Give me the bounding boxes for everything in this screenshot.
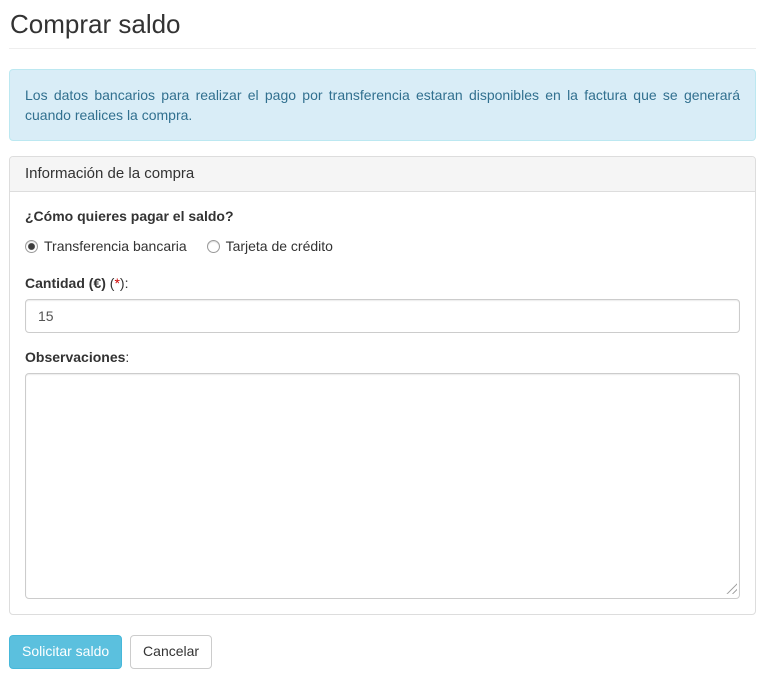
observations-label-text: Observaciones — [25, 349, 125, 365]
transferencia-radio-label: Transferencia bancaria — [44, 237, 187, 257]
payment-question-label: ¿Cómo quieres pagar el saldo? — [25, 207, 740, 227]
observations-form-group: Observaciones: — [25, 348, 740, 599]
page-title: Comprar saldo — [9, 10, 756, 39]
observations-label: Observaciones: — [25, 348, 129, 368]
purchase-info-panel: Información de la compra ¿Cómo quieres p… — [9, 156, 756, 615]
panel-title: Información de la compra — [25, 165, 740, 183]
tarjeta-radio[interactable] — [207, 240, 220, 253]
payment-options-group: Transferencia bancaria Tarjeta de crédit… — [25, 237, 740, 257]
amount-label: Cantidad (€) (*): — [25, 274, 128, 294]
amount-colon: : — [125, 275, 129, 291]
observations-textarea-wrap — [25, 373, 740, 599]
page-header: Comprar saldo — [9, 10, 756, 49]
info-alert-text: Los datos bancarios para realizar el pag… — [25, 87, 740, 123]
panel-body: ¿Cómo quieres pagar el saldo? Transferen… — [10, 192, 755, 614]
transferencia-radio[interactable] — [25, 240, 38, 253]
observations-textarea[interactable] — [25, 373, 740, 599]
amount-input[interactable] — [25, 299, 740, 333]
amount-form-group: Cantidad (€) (*): — [25, 274, 740, 333]
observations-colon: : — [125, 349, 129, 365]
page-container: Comprar saldo Los datos bancarios para r… — [0, 0, 765, 679]
panel-heading: Información de la compra — [10, 157, 755, 192]
payment-option-tarjeta[interactable]: Tarjeta de crédito — [207, 237, 333, 257]
payment-option-transferencia[interactable]: Transferencia bancaria — [25, 237, 187, 257]
form-actions: Solicitar saldo Cancelar — [9, 635, 756, 669]
info-alert: Los datos bancarios para realizar el pag… — [9, 69, 756, 141]
amount-label-text: Cantidad (€) — [25, 275, 106, 291]
submit-button[interactable]: Solicitar saldo — [9, 635, 122, 669]
tarjeta-radio-label: Tarjeta de crédito — [226, 237, 333, 257]
cancel-button[interactable]: Cancelar — [130, 635, 212, 669]
